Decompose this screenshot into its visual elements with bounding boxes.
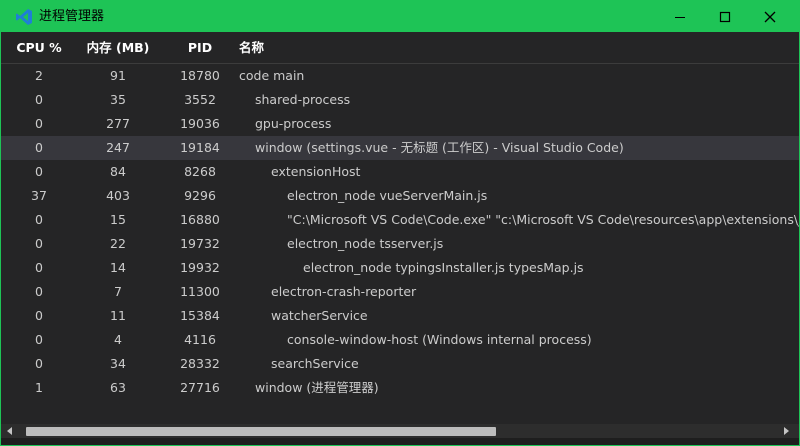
cell-pid: 19036: [180, 116, 220, 131]
cell-name: extensionHost: [271, 164, 361, 179]
cell-name: "C:\Microsoft VS Code\Code.exe" "c:\Micr…: [287, 212, 799, 227]
process-table: CPU % 内存 (MB) PID 名称 2 91 18780 code main 0 3…: [1, 32, 799, 424]
maximize-icon: [719, 11, 731, 22]
cell-pid: 4116: [184, 332, 216, 347]
cell-memory: 247: [106, 140, 130, 155]
cell-cpu: 0: [35, 356, 43, 371]
table-row[interactable]: 1 63 27716 window (进程管理器): [1, 376, 799, 400]
cell-cpu: 0: [35, 116, 43, 131]
table-row[interactable]: 0 277 19036 gpu-process: [1, 112, 799, 136]
cell-cpu: 0: [35, 260, 43, 275]
header-cpu[interactable]: CPU %: [1, 32, 77, 63]
cell-memory: 11: [110, 308, 126, 323]
table-row[interactable]: 37 403 9296 electron_node vueServerMain.js: [1, 184, 799, 208]
cell-cpu: 0: [35, 164, 43, 179]
cell-pid: 11300: [180, 284, 220, 299]
cell-name: searchService: [271, 356, 359, 371]
cell-name: window (settings.vue - 无标题 (工作区) - Visua…: [255, 140, 624, 155]
header-name[interactable]: 名称: [239, 32, 799, 63]
scroll-right-icon[interactable]: [784, 427, 789, 435]
table-header: CPU % 内存 (MB) PID 名称: [1, 32, 799, 64]
minimize-button[interactable]: [657, 1, 703, 32]
close-icon: [764, 11, 776, 22]
header-pid[interactable]: PID: [159, 32, 241, 63]
header-memory[interactable]: 内存 (MB): [77, 32, 159, 63]
cell-cpu: 0: [35, 236, 43, 251]
cell-cpu: 37: [31, 188, 47, 203]
cell-name: console-window-host (Windows internal pr…: [287, 332, 592, 347]
cell-name: electron-crash-reporter: [271, 284, 417, 299]
cell-memory: 91: [110, 68, 126, 83]
window-bottom-edge: [1, 438, 799, 445]
table-row[interactable]: 0 35 3552 shared-process: [1, 88, 799, 112]
cell-memory: 34: [110, 356, 126, 371]
window-title: 进程管理器: [39, 9, 105, 24]
scroll-left-icon[interactable]: [7, 427, 12, 435]
cell-cpu: 0: [35, 308, 43, 323]
cell-pid: 3552: [184, 92, 216, 107]
table-row[interactable]: 0 22 19732 electron_node tsserver.js: [1, 232, 799, 256]
maximize-button[interactable]: [702, 1, 748, 32]
cell-name: window (进程管理器): [255, 380, 379, 395]
cell-cpu: 0: [35, 284, 43, 299]
close-button[interactable]: [747, 1, 793, 32]
cell-name: electron_node vueServerMain.js: [287, 188, 488, 203]
cell-pid: 15384: [180, 308, 220, 323]
cell-pid: 9296: [184, 188, 216, 203]
cell-pid: 19184: [180, 140, 220, 155]
cell-cpu: 0: [35, 140, 43, 155]
cell-pid: 19932: [180, 260, 220, 275]
cell-memory: 84: [110, 164, 126, 179]
minimize-icon: [675, 16, 685, 18]
cell-cpu: 2: [35, 68, 43, 83]
horizontal-scrollbar[interactable]: [1, 424, 799, 438]
cell-memory: 7: [114, 284, 122, 299]
table-row[interactable]: 0 247 19184 window (settings.vue - 无标题 (工作区…: [1, 136, 799, 160]
cell-name: watcherService: [271, 308, 368, 323]
table-row[interactable]: 2 91 18780 code main: [1, 64, 799, 88]
cell-cpu: 0: [35, 212, 43, 227]
process-rows: 2 91 18780 code main 0 35 3552 shared-process 0 2…: [1, 64, 799, 400]
table-row[interactable]: 0 7 11300 electron-crash-reporter: [1, 280, 799, 304]
cell-pid: 27716: [180, 380, 220, 395]
cell-memory: 277: [106, 116, 130, 131]
table-row[interactable]: 0 84 8268 extensionHost: [1, 160, 799, 184]
cell-memory: 14: [110, 260, 126, 275]
cell-cpu: 1: [35, 380, 43, 395]
cell-name: code main: [239, 68, 305, 83]
table-row[interactable]: 0 15 16880 "C:\Microsoft VS Code\Code.exe" …: [1, 208, 799, 232]
vscode-icon: [16, 9, 32, 25]
cell-memory: 4: [114, 332, 122, 347]
cell-name: electron_node typingsInstaller.js typesM…: [303, 260, 584, 275]
cell-memory: 63: [110, 380, 126, 395]
cell-cpu: 0: [35, 332, 43, 347]
cell-name: electron_node tsserver.js: [287, 236, 444, 251]
cell-pid: 18780: [180, 68, 220, 83]
table-row[interactable]: 0 14 19932 electron_node typingsInstaller.j…: [1, 256, 799, 280]
cell-memory: 22: [110, 236, 126, 251]
cell-memory: 403: [106, 188, 130, 203]
title-bar[interactable]: 进程管理器: [1, 1, 799, 32]
cell-pid: 16880: [180, 212, 220, 227]
cell-name: shared-process: [255, 92, 351, 107]
cell-pid: 28332: [180, 356, 220, 371]
cell-pid: 19732: [180, 236, 220, 251]
cell-memory: 15: [110, 212, 126, 227]
cell-name: gpu-process: [255, 116, 332, 131]
table-row[interactable]: 0 4 4116 console-window-host (Windows inter…: [1, 328, 799, 352]
table-row[interactable]: 0 34 28332 searchService: [1, 352, 799, 376]
table-row[interactable]: 0 11 15384 watcherService: [1, 304, 799, 328]
process-explorer-window: 进程管理器 CPU % 内存 (MB) PID 名称 2 91 18780 code …: [0, 0, 800, 446]
cell-cpu: 0: [35, 92, 43, 107]
scroll-thumb[interactable]: [26, 427, 496, 436]
cell-pid: 8268: [184, 164, 216, 179]
cell-memory: 35: [110, 92, 126, 107]
